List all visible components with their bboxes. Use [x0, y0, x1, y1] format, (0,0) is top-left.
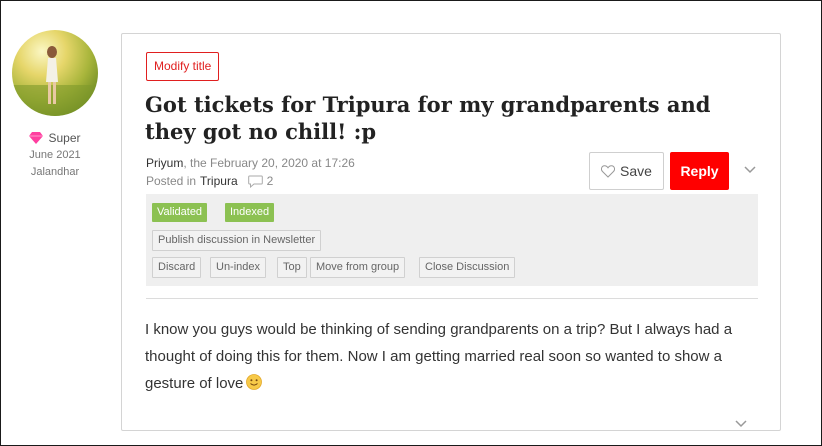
post-date: , the February 20, 2020 at 17:26 [183, 156, 355, 170]
publish-newsletter-button[interactable]: Publish discussion in Newsletter [152, 230, 322, 251]
author-location: Jalandhar [30, 166, 80, 178]
save-button[interactable]: Save [589, 152, 664, 190]
comment-count: 2 [266, 174, 274, 188]
author-name[interactable]: Priyum [146, 156, 183, 170]
join-date: June 2021 [29, 149, 81, 161]
discussion-card: Modify title Got tickets for Tripura for… [121, 33, 781, 431]
moderation-panel: Validated Indexed Publish discussion in … [146, 194, 758, 286]
top-button[interactable]: Top [277, 257, 307, 278]
diamond-icon [29, 132, 44, 144]
heart-icon [601, 164, 616, 178]
discussion-body: I know you guys would be thinking of sen… [145, 316, 765, 397]
divider [146, 298, 758, 299]
reply-button[interactable]: Reply [670, 152, 729, 190]
chevron-down-icon[interactable] [743, 165, 757, 175]
modify-title-button[interactable]: Modify title [146, 52, 220, 81]
posted-in-label: Posted in [146, 174, 197, 188]
close-discussion-button[interactable]: Close Discussion [419, 257, 516, 278]
byline: Priyum, the February 20, 2020 at 17:26 [146, 154, 355, 172]
chevron-down-icon[interactable] [734, 419, 748, 429]
move-from-group-button[interactable]: Move from group [310, 257, 406, 278]
smiley-icon [246, 374, 263, 390]
unindex-button[interactable]: Un-index [210, 257, 267, 278]
discard-button[interactable]: Discard [152, 257, 202, 278]
indexed-badge: Indexed [225, 203, 275, 222]
posted-in: Posted in Tripura 2 [146, 172, 273, 190]
body-text: I know you guys would be thinking of sen… [145, 321, 733, 392]
rank-badge: Super [10, 131, 100, 145]
comment-bubble-icon [247, 175, 263, 188]
discussion-title: Got tickets for Tripura for my grandpare… [145, 92, 711, 144]
save-label: Save [620, 163, 652, 179]
rank-label: Super [48, 131, 81, 145]
avatar[interactable] [12, 30, 98, 116]
group-link[interactable]: Tripura [200, 172, 238, 190]
author-panel: Super June 2021 Jalandhar [10, 30, 100, 181]
validated-badge: Validated [152, 203, 208, 222]
